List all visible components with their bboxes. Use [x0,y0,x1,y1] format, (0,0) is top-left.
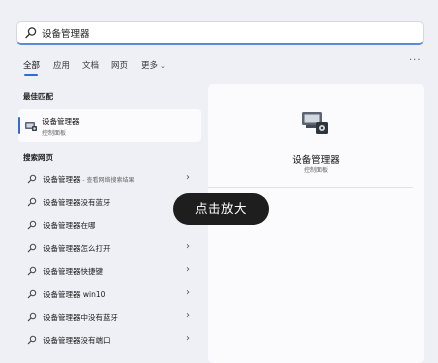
tab-all[interactable]: 全部 [23,59,40,71]
web-result-row[interactable]: 设备管理器 - 查看网络搜索结果 › [18,168,201,190]
preview-title: 设备管理器 [292,155,340,166]
web-result-text: 设备管理器 win10 [43,290,106,299]
web-result-row[interactable]: 设备管理器在哪 › [18,214,201,236]
device-manager-icon [302,112,328,134]
search-icon [27,266,37,276]
search-icon [27,197,37,207]
best-match-heading: 最佳匹配 [23,92,53,101]
search-icon [27,220,37,230]
search-icon [27,312,37,322]
web-result-query: 设备管理器 [43,175,81,184]
web-result-text: 设备管理器在哪 [43,221,96,230]
active-tab-indicator [24,74,38,76]
best-match-title: 设备管理器 [42,117,80,126]
search-icon [27,335,37,345]
web-result-row[interactable]: 设备管理器中没有蓝牙 › [18,306,201,328]
search-icon [27,243,37,253]
web-result-text: 设备管理器怎么打开 [43,244,111,253]
web-result-text: 设备管理器没有蓝牙 [43,198,111,207]
web-search-heading: 搜索网页 [23,153,53,162]
chevron-down-icon: ⌄ [160,62,166,70]
more-options-button[interactable]: ··· [409,55,422,66]
web-result-row[interactable]: 设备管理器 win10 › [18,283,201,305]
search-icon [27,289,37,299]
web-result-row[interactable]: 设备管理器快捷键 › [18,260,201,282]
preview-subtitle: 控制面板 [303,167,328,174]
web-result-text: 设备管理器没有端口 [43,336,111,345]
chevron-right-icon: › [186,264,190,275]
tab-more-label: 更多 [141,61,159,71]
divider [208,187,413,188]
search-icon [25,27,37,39]
web-result-text: 设备管理器快捷键 [43,267,103,276]
best-match-item[interactable]: 设备管理器 控制面板 [18,109,201,142]
search-query: 设备管理器 [42,29,90,40]
web-result-suffix: - 查看网络搜索结果 [80,177,135,184]
chevron-right-icon: › [186,310,190,321]
selection-indicator [18,117,20,134]
best-match-subtitle: 控制面板 [42,130,67,137]
web-result-text: 设备管理器中没有蓝牙 [43,313,118,322]
tab-more[interactable]: 更多 ⌄ [141,59,166,71]
web-result-text: 设备管理器 - 查看网络搜索结果 [43,174,134,185]
device-manager-icon [25,122,37,131]
search-input[interactable]: 设备管理器 [16,21,424,45]
web-result-row[interactable]: 设备管理器怎么打开 › [18,237,201,259]
tab-web[interactable]: 网页 [111,59,128,71]
chevron-right-icon: › [186,333,190,344]
search-icon [27,174,37,184]
chevron-right-icon: › [186,241,190,252]
chevron-right-icon: › [186,172,190,183]
tab-documents[interactable]: 文档 [82,59,99,71]
chevron-right-icon: › [186,287,190,298]
zoom-tooltip[interactable]: 点击放大 [173,193,269,225]
web-result-row[interactable]: 设备管理器没有端口 › [18,329,201,351]
tab-apps[interactable]: 应用 [53,59,70,71]
